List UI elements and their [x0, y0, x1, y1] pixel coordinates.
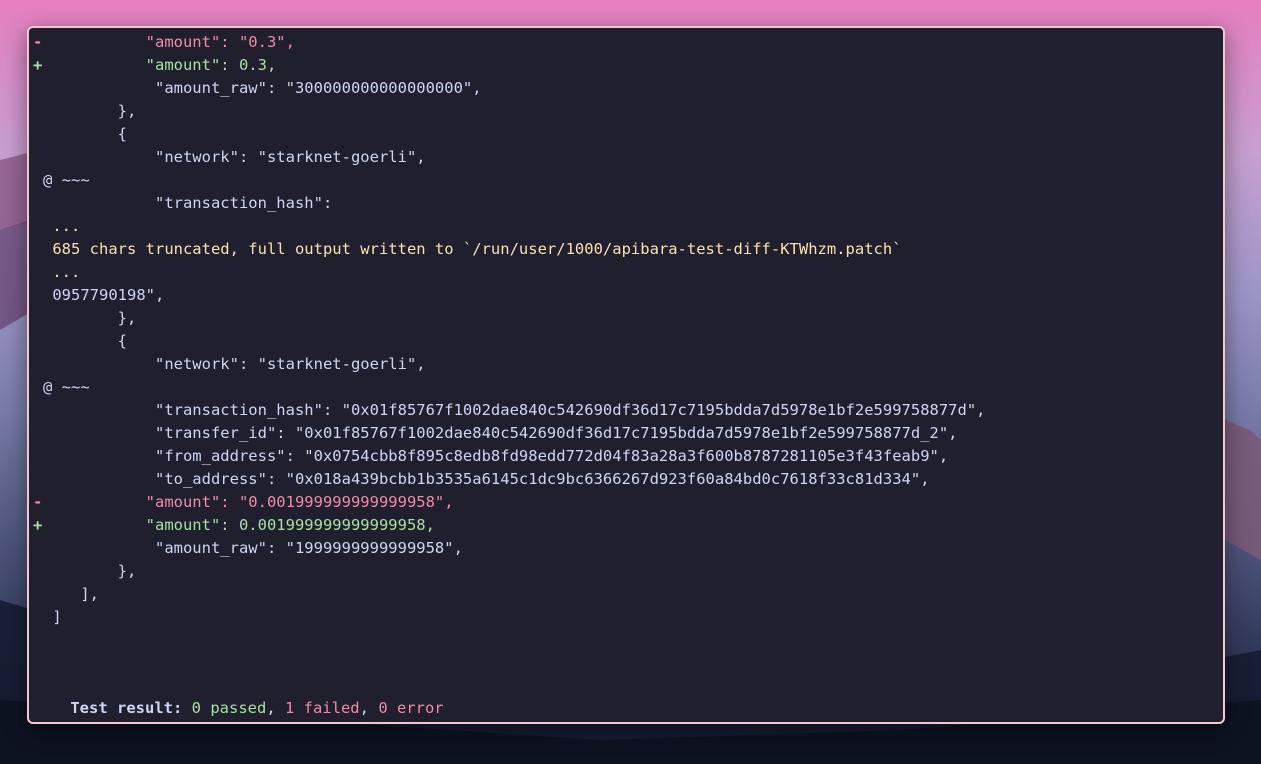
terminal-line-plain: "to_address": "0x018a439bcbb1b3535a6145c…: [33, 468, 986, 491]
terminal-line-added: + "amount": 0.3,: [33, 54, 986, 77]
terminal-line-plain: "transfer_id": "0x01f85767f1002dae840c54…: [33, 422, 986, 445]
terminal-line-text: "amount": "0.3",: [43, 33, 295, 51]
terminal-line-text: },: [43, 562, 137, 580]
terminal-line-text: ]: [43, 608, 62, 626]
terminal-line-hunk: @ ~~~: [33, 169, 986, 192]
terminal-line-plain: ],: [33, 583, 986, 606]
terminal-line-plain: "transaction_hash": "0x01f85767f1002dae8…: [33, 399, 986, 422]
terminal-line-text: "transfer_id": "0x01f85767f1002dae840c54…: [43, 424, 958, 442]
terminal-line-removed: - "amount": "0.3",: [33, 31, 986, 54]
terminal-line-text: "from_address": "0x0754cbb8f895c8edb8fd9…: [43, 447, 949, 465]
terminal-line-text: ...: [43, 217, 81, 235]
terminal-line-text: "transaction_hash": "0x01f85767f1002dae8…: [43, 401, 986, 419]
terminal-line-text: "transaction_hash":: [43, 194, 333, 212]
terminal-line-dots: ...: [33, 261, 986, 284]
terminal-line-plain: },: [33, 307, 986, 330]
terminal-line-text: @ ~~~: [43, 171, 90, 189]
terminal-line-text: "to_address": "0x018a439bcbb1b3535a6145c…: [43, 470, 930, 488]
terminal-window[interactable]: - "amount": "0.3", + "amount": 0.3, "amou…: [27, 26, 1225, 724]
terminal-line-plain: 0957790198",: [33, 284, 986, 307]
diff-gutter-marker: -: [33, 493, 43, 511]
terminal-line-text: ],: [43, 585, 99, 603]
terminal-line-notice: 685 chars truncated, full output written…: [33, 238, 986, 261]
terminal-line-plain: "network": "starknet-goerli",: [33, 353, 986, 376]
error-count: 0 error: [378, 699, 444, 717]
diff-gutter-marker: +: [33, 56, 43, 74]
failed-count: 1 failed: [284, 699, 360, 717]
diff-output: - "amount": "0.3", + "amount": 0.3, "amou…: [33, 31, 986, 629]
terminal-line-text: "amount_raw": "1999999999999958",: [43, 539, 463, 557]
test-result-line: Test result: 0 passed, 1 failed, 0 error: [70, 699, 444, 717]
terminal-line-text: {: [43, 125, 127, 143]
terminal-line-removed: - "amount": "0.001999999999999958",: [33, 491, 986, 514]
diff-gutter-marker: +: [33, 516, 43, 534]
terminal-line-text: @ ~~~: [43, 378, 90, 396]
terminal-line-text: 685 chars truncated, full output written…: [43, 240, 902, 258]
terminal-line-text: {: [43, 332, 127, 350]
terminal-line-added: + "amount": 0.001999999999999958,: [33, 514, 986, 537]
terminal-line-text: "network": "starknet-goerli",: [43, 355, 426, 373]
terminal-line-dots: ...: [33, 215, 986, 238]
terminal-line-text: "amount": 0.3,: [43, 56, 277, 74]
terminal-line-text: "amount_raw": "300000000000000000",: [43, 79, 482, 97]
test-result-label: Test result:: [70, 699, 183, 717]
diff-gutter-marker: -: [33, 33, 43, 51]
passed-count: 0 passed: [191, 699, 267, 717]
terminal-line-plain: ]: [33, 606, 986, 629]
terminal-line-plain: "network": "starknet-goerli",: [33, 146, 986, 169]
terminal-line-text: },: [43, 102, 137, 120]
terminal-line-hunk: @ ~~~: [33, 376, 986, 399]
terminal-line-plain: "from_address": "0x0754cbb8f895c8edb8fd9…: [33, 445, 986, 468]
terminal-line-plain: "transaction_hash":: [33, 192, 986, 215]
terminal-line-text: ...: [43, 263, 81, 281]
terminal-line-text: },: [43, 309, 137, 327]
terminal-line-text: "network": "starknet-goerli",: [43, 148, 426, 166]
terminal-line-plain: "amount_raw": "1999999999999958",: [33, 537, 986, 560]
terminal-line-plain: },: [33, 560, 986, 583]
terminal-line-plain: },: [33, 100, 986, 123]
terminal-line-plain: {: [33, 330, 986, 353]
terminal-line-text: "amount": "0.001999999999999958",: [43, 493, 454, 511]
terminal-line-plain: {: [33, 123, 986, 146]
terminal-line-text: 0957790198",: [43, 286, 165, 304]
terminal-line-plain: "amount_raw": "300000000000000000",: [33, 77, 986, 100]
terminal-line-text: "amount": 0.001999999999999958,: [43, 516, 435, 534]
